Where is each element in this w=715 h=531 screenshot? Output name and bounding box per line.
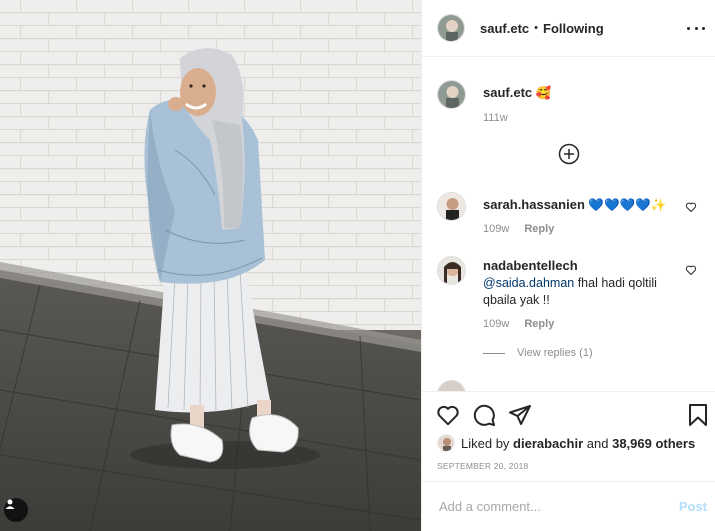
comments-list[interactable]: sauf.etc 🥰 111w sarah.hassanien 💙💙💙💙✨ 10… <box>422 58 715 391</box>
user-tag-button[interactable] <box>4 498 28 522</box>
comment-mention[interactable]: @saida.dahman <box>483 276 574 290</box>
comment-text: 💙💙💙💙✨ <box>588 198 667 212</box>
caption-username[interactable]: sauf.etc <box>483 85 532 100</box>
comment-like-icon[interactable] <box>685 264 697 276</box>
comment-icon[interactable] <box>472 403 496 427</box>
comment-time[interactable]: 109w <box>483 318 509 330</box>
likes-count[interactable]: 38,969 others <box>612 436 695 451</box>
post-author-username[interactable]: sauf.etc <box>480 21 529 36</box>
post-date[interactable]: SEPTEMBER 20, 2018 <box>437 461 528 471</box>
avatar[interactable] <box>437 256 466 285</box>
likes-prefix: Liked by <box>461 435 510 451</box>
comment-username[interactable]: sarah.hassanien <box>483 197 585 212</box>
likes-summary: Liked by dierabachir and 38,969 others <box>437 434 695 452</box>
comment-like-icon[interactable] <box>685 201 697 213</box>
caption-text: 🥰 <box>535 86 552 100</box>
comment-username[interactable]: nadabentellech <box>483 258 578 273</box>
comment-item: nadabentellech @saida.dahman fhal hadi q… <box>437 256 705 336</box>
plus-circle-icon[interactable] <box>558 143 580 165</box>
view-replies-line <box>483 352 505 354</box>
post-image <box>0 0 421 531</box>
comment-item-partial <box>437 380 705 391</box>
post-comment-button[interactable]: Post <box>679 499 707 514</box>
reply-button[interactable]: Reply <box>524 318 554 330</box>
send-icon[interactable] <box>508 403 532 427</box>
avatar[interactable] <box>437 434 455 452</box>
post-side-panel: sauf.etc • Following sauf.etc 🥰 111w sar… <box>421 0 715 531</box>
likes-user[interactable]: dierabachir <box>513 436 583 451</box>
avatar[interactable] <box>437 192 466 221</box>
reply-button[interactable]: Reply <box>524 223 554 235</box>
bookmark-icon[interactable] <box>686 403 710 427</box>
comment-item: sarah.hassanien 💙💙💙💙✨ 109w Reply <box>437 192 705 240</box>
caption: sauf.etc 🥰 111w <box>437 80 705 130</box>
comment-input[interactable] <box>437 498 661 515</box>
view-replies-label: View replies (1) <box>517 347 593 359</box>
post-actions: Liked by dierabachir and 38,969 others S… <box>422 391 715 481</box>
user-tag-icon <box>5 499 15 509</box>
avatar[interactable] <box>437 80 466 109</box>
heart-icon[interactable] <box>436 403 460 427</box>
caption-time[interactable]: 111w <box>483 112 508 124</box>
follow-status-button[interactable]: Following <box>543 21 604 36</box>
add-comment-bar: Post <box>422 481 715 531</box>
avatar[interactable] <box>437 380 466 391</box>
avatar[interactable] <box>437 14 465 42</box>
comment-time[interactable]: 109w <box>483 223 509 235</box>
view-replies-button[interactable]: View replies (1) <box>483 347 593 359</box>
more-options-icon[interactable] <box>687 19 705 37</box>
separator-dot: • <box>534 22 538 34</box>
post-header: sauf.etc • Following <box>422 0 715 57</box>
likes-middle: and <box>586 435 609 451</box>
post-photo[interactable] <box>0 0 421 531</box>
